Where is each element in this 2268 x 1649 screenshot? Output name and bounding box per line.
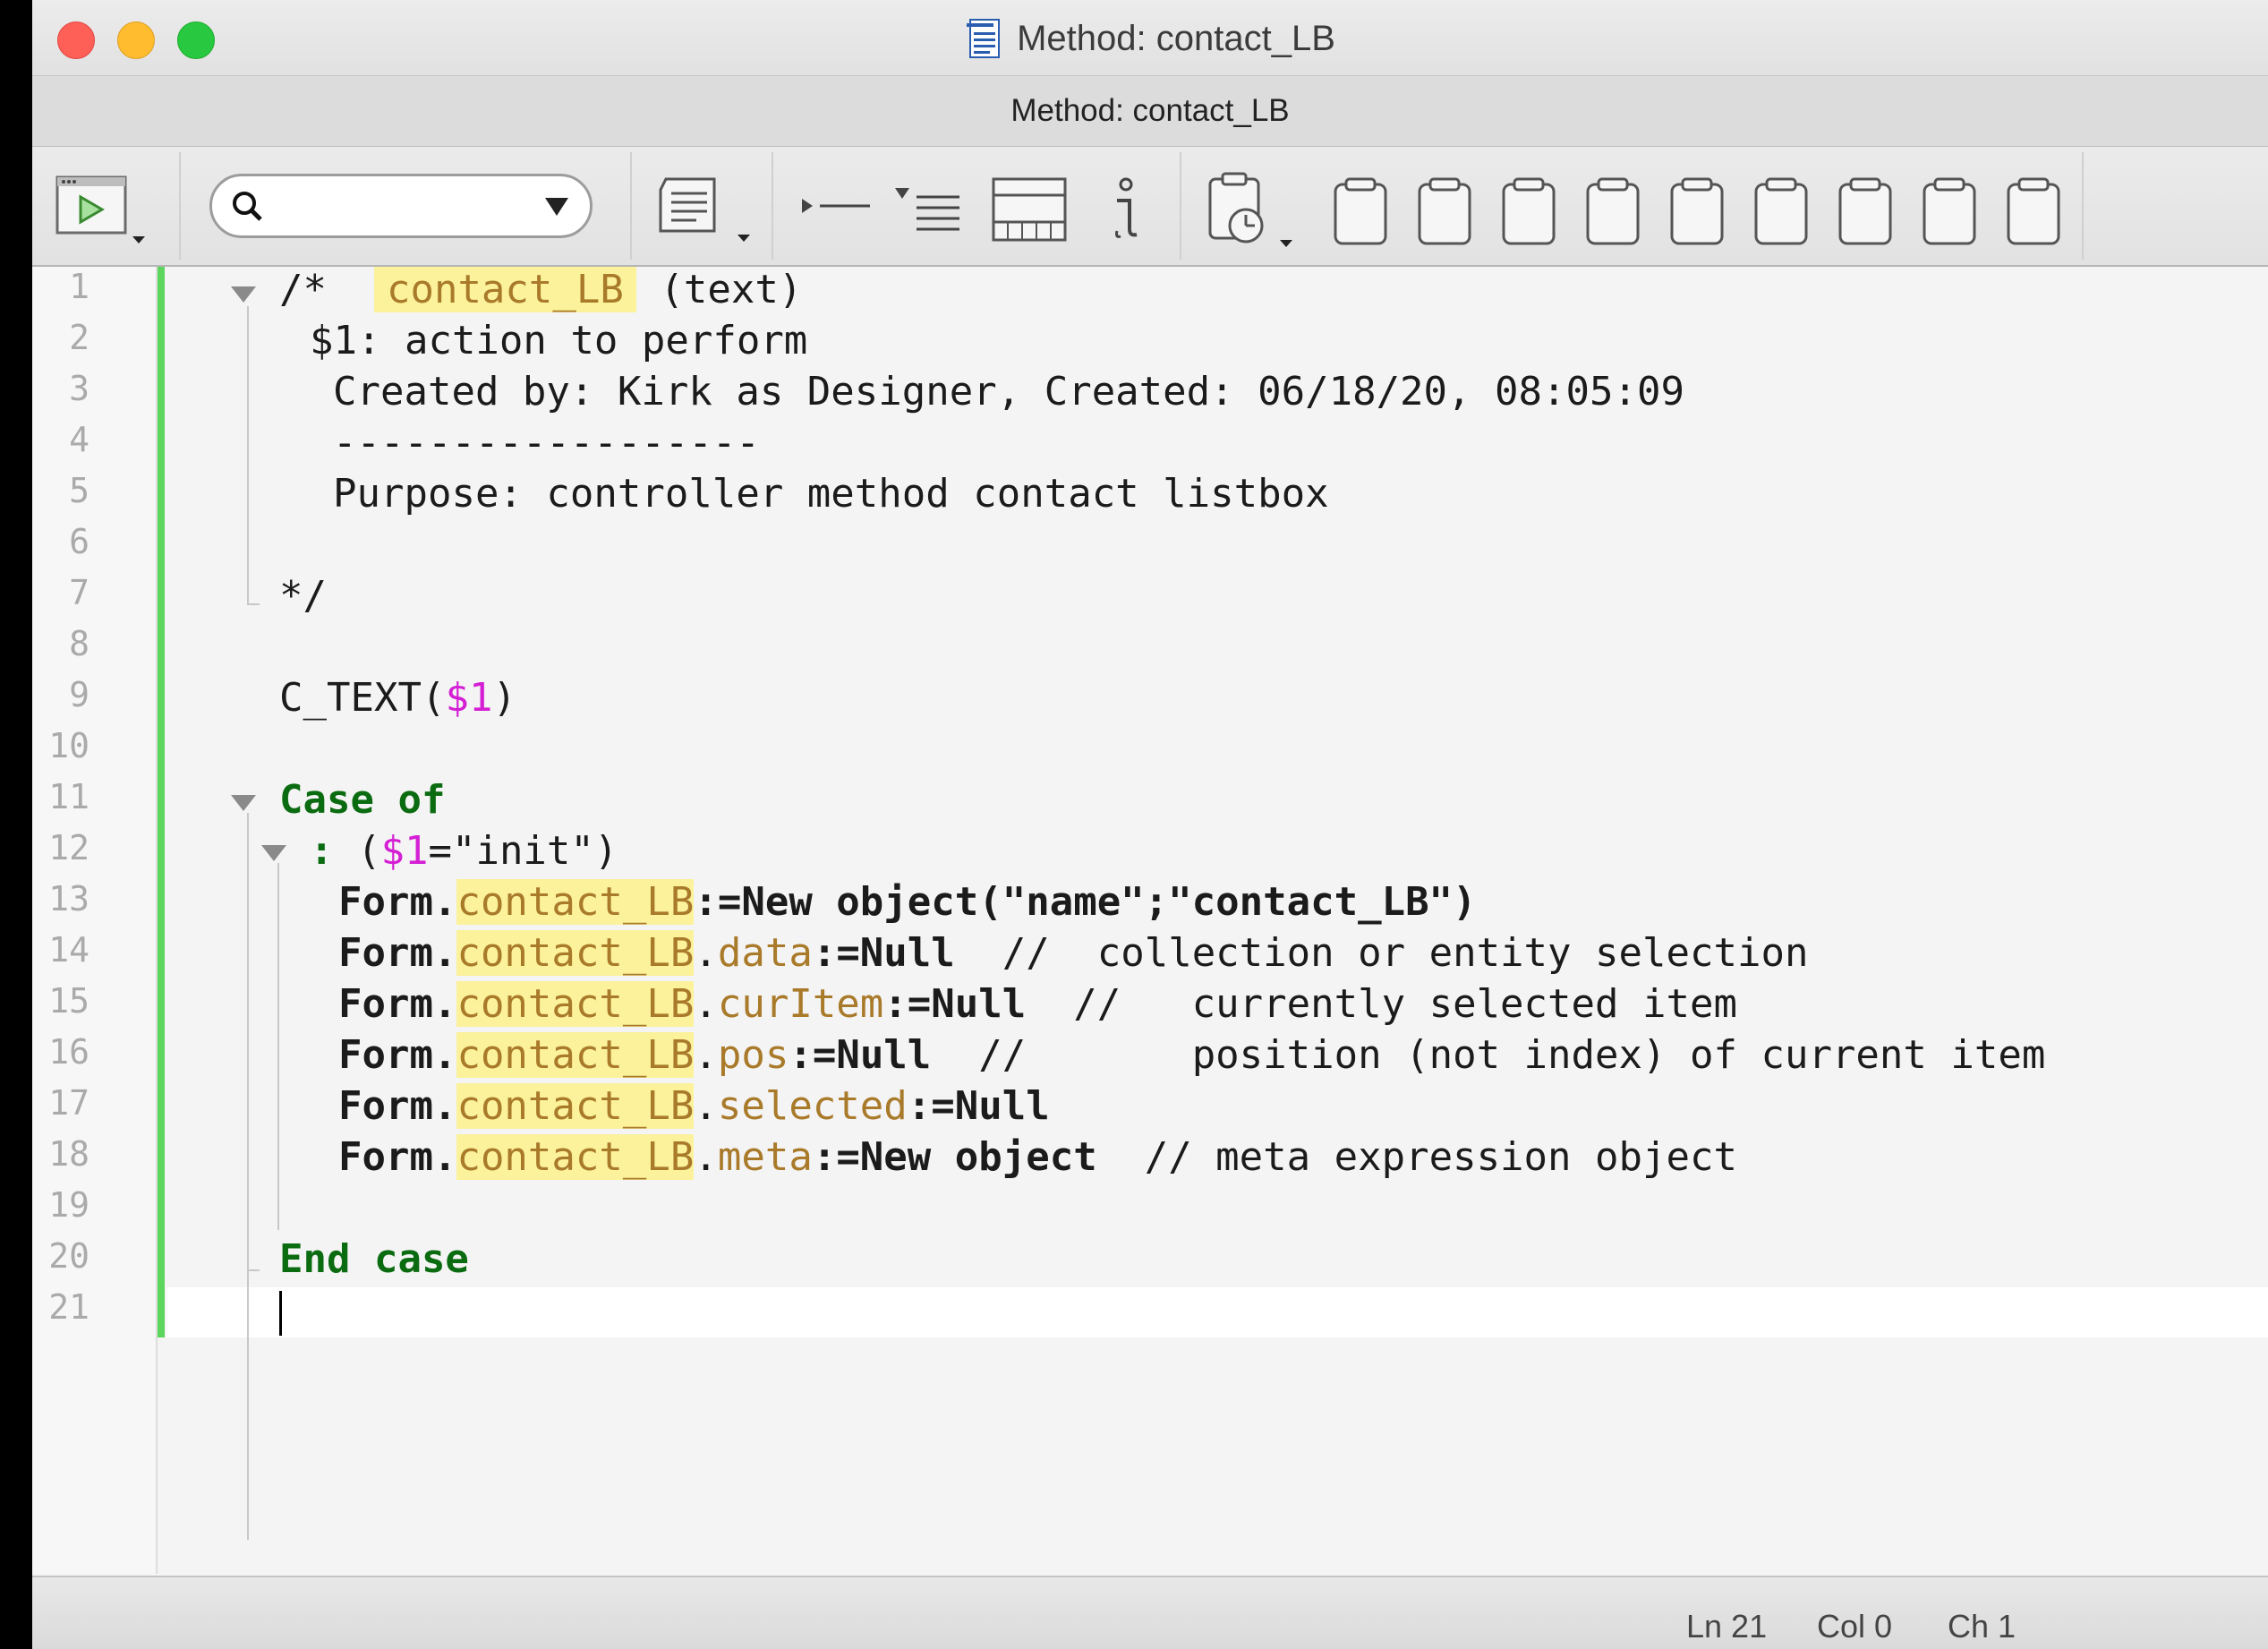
object-name: contact_LB: [456, 930, 695, 976]
code-line-9: C_TEXT($1): [279, 675, 516, 721]
code-line-20: End case: [279, 1236, 469, 1282]
clipboard-icon[interactable]: [1667, 174, 1729, 249]
info-icon[interactable]: [1094, 172, 1156, 247]
clipboard-icon[interactable]: [1498, 174, 1561, 249]
case-value: ="init"): [428, 828, 618, 874]
search-input[interactable]: [269, 185, 533, 226]
assignment: :=Null: [789, 1032, 932, 1078]
property: meta: [717, 1134, 813, 1180]
comment-open: /*: [279, 267, 327, 312]
clipboard-icon[interactable]: [1835, 174, 1897, 249]
param-type: (text): [660, 267, 803, 312]
property: curItem: [717, 981, 884, 1027]
code-line-15: Form.contact_LB.curItem:=Null // current…: [338, 981, 1737, 1027]
breakpoint-icon[interactable]: [798, 183, 888, 236]
form-keyword: Form.: [338, 930, 457, 976]
code-line-2: $1: action to perform: [310, 318, 808, 363]
window-title: Method: contact_LB: [1017, 18, 1335, 58]
property: data: [717, 930, 813, 976]
code-line-5: Purpose: controller method contact listb…: [333, 471, 1329, 517]
status-column: Col 0: [1817, 1608, 1893, 1645]
run-method-icon[interactable]: [54, 172, 150, 252]
chevron-down-icon[interactable]: [543, 196, 570, 218]
text-caret: [279, 1291, 282, 1336]
object-name: contact_LB: [456, 1134, 695, 1180]
clipboard-icon[interactable]: [2003, 174, 2066, 249]
command-name: C_TEXT: [279, 675, 422, 721]
code-rest: :=New object("name";"contact_LB"): [694, 879, 1477, 925]
clipboard-icon[interactable]: [1751, 174, 1813, 249]
case-colon: :: [310, 828, 334, 874]
object-name: contact_LB: [456, 879, 695, 925]
method-name: contact_LB: [373, 267, 636, 312]
toolbar: [32, 147, 2268, 267]
property: selected: [717, 1083, 908, 1129]
code-line-16: Form.contact_LB.pos:=Null // position (n…: [338, 1032, 2046, 1078]
variable: $1: [380, 828, 429, 874]
code-line-1: /* contact_LB (text): [279, 267, 802, 312]
code-line-4: ------------------: [333, 420, 760, 466]
code-line-13: Form.contact_LB:=New object("name";"cont…: [338, 879, 1477, 925]
object-name: contact_LB: [456, 1032, 695, 1078]
clipboard-icon[interactable]: [1919, 174, 1982, 249]
title-bar[interactable]: Method: contact_LB: [32, 0, 2268, 76]
code-text[interactable]: /* contact_LB (text) $1: action to perfo…: [32, 267, 2268, 1574]
code-line-12: : ($1="init"): [310, 828, 618, 874]
object-name: contact_LB: [456, 981, 695, 1027]
tab-bar: Method: contact_LB: [32, 76, 2268, 147]
code-line-18: Form.contact_LB.meta:=New object // meta…: [338, 1134, 1737, 1180]
search-icon: [233, 192, 262, 221]
assignment: :=New object: [812, 1134, 1097, 1180]
form-keyword: Form.: [338, 1083, 457, 1129]
code-line-17: Form.contact_LB.selected:=Null: [338, 1083, 1050, 1129]
inline-comment: // collection or entity selection: [1002, 930, 1809, 976]
status-bar: Ln 21 Col 0 Ch 1: [32, 1576, 2268, 1649]
history-clipboard-icon[interactable]: [1201, 170, 1300, 256]
code-editor[interactable]: 1 2 3 4 5 6 7 8 9 10 11 12 13 14 15 16 1…: [32, 267, 2268, 1574]
inline-comment: // meta expression object: [1144, 1134, 1737, 1180]
property: pos: [717, 1032, 789, 1078]
code-line-7: */: [279, 573, 327, 619]
form-keyword: Form.: [338, 981, 457, 1027]
clipboard-icon[interactable]: [1414, 174, 1477, 249]
method-properties-icon[interactable]: [652, 172, 768, 252]
method-document-icon: [967, 19, 1001, 58]
code-line-14: Form.contact_LB.data:=Null // collection…: [338, 930, 1809, 976]
code-line-3: Created by: Kirk as Designer, Created: 0…: [333, 369, 1684, 414]
method-editor-window: Method: contact_LB Method: contact_LB 1 …: [32, 0, 2268, 1649]
form-keyword: Form.: [338, 1134, 457, 1180]
variable: $1: [445, 675, 493, 721]
object-name: contact_LB: [456, 1083, 695, 1129]
table-grid-icon[interactable]: [988, 172, 1074, 247]
form-keyword: Form.: [338, 879, 457, 925]
assignment: :=Null: [907, 1083, 1050, 1129]
tab-method-contact-lb[interactable]: Method: contact_LB: [1010, 93, 1289, 129]
status-line: Ln 21: [1686, 1608, 1768, 1645]
assignment: :=Null: [883, 981, 1027, 1027]
form-keyword: Form.: [338, 1032, 457, 1078]
assignment: :=Null: [812, 930, 955, 976]
clipboard-icon[interactable]: [1582, 174, 1645, 249]
code-line-11: Case of: [279, 777, 446, 823]
status-char: Ch 1: [1948, 1608, 2016, 1645]
search-field[interactable]: [209, 174, 593, 238]
inline-comment: // currently selected item: [1073, 981, 1737, 1027]
clipboard-icon[interactable]: [1330, 174, 1393, 249]
indent-list-icon[interactable]: [891, 179, 981, 242]
inline-comment: // position (not index) of current item: [978, 1032, 2046, 1078]
